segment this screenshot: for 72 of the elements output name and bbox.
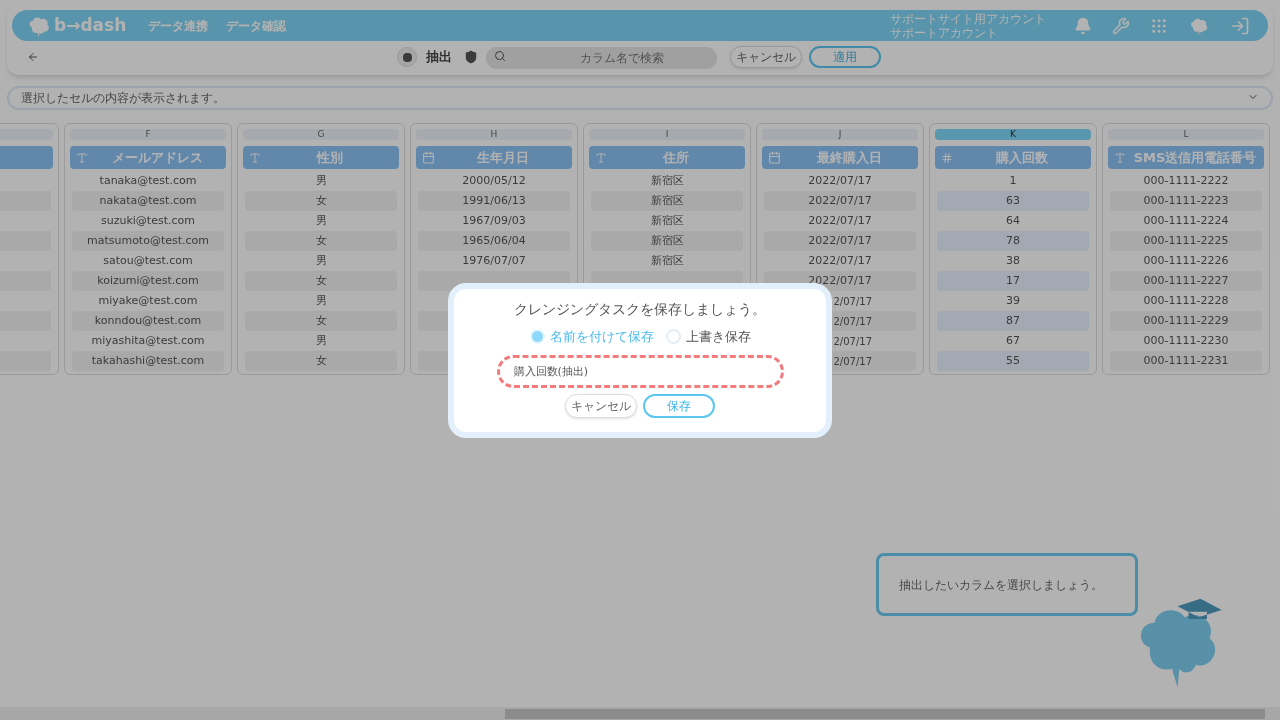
table-cell[interactable]: tanaka@test.com xyxy=(72,171,224,191)
table-cell[interactable]: 女 xyxy=(245,231,397,251)
table-cell[interactable]: 2022/07/17 xyxy=(764,171,916,191)
table-cell[interactable]: 1 xyxy=(937,171,1089,191)
table-cell[interactable]: 64 xyxy=(937,211,1089,231)
table-cell[interactable]: 2022/07/17 xyxy=(764,251,916,271)
table-cell[interactable]: koizumi@test.com xyxy=(72,271,224,291)
table-cell[interactable]: 女 xyxy=(245,191,397,211)
account-name: サポートアカウント xyxy=(890,25,999,40)
table-cell[interactable]: 2022/07/17 xyxy=(764,211,916,231)
table-cell[interactable]: takahashi@test.com xyxy=(72,351,224,371)
table-cell[interactable]: 新宿区 xyxy=(591,211,743,231)
column-letter[interactable]: F xyxy=(70,129,226,140)
table-cell[interactable]: satou@test.com xyxy=(72,251,224,271)
table-cell[interactable]: nakata@test.com xyxy=(72,191,224,211)
cell-preview-field[interactable]: 選択したセルの内容が表示されます。 xyxy=(7,86,1273,110)
table-cell[interactable]: 2022/07/17 xyxy=(764,231,916,251)
table-cell[interactable]: 1965/06/04 xyxy=(418,231,570,251)
table-cell[interactable]: 000-1111-2229 xyxy=(1110,311,1262,331)
table-cell[interactable]: konndou@test.com xyxy=(72,311,224,331)
table-cell[interactable]: 2000/05/12 xyxy=(418,171,570,191)
table-cell[interactable]: 2022/07/17 xyxy=(764,191,916,211)
table-cell[interactable]: 新宿区 xyxy=(591,251,743,271)
table-cell[interactable]: 63 xyxy=(937,191,1089,211)
table-cell[interactable]: miyashita@test.com xyxy=(72,331,224,351)
table-cell[interactable]: 新宿区 xyxy=(591,171,743,191)
table-cell[interactable]: 78 xyxy=(937,231,1089,251)
table-cell[interactable]: 000-1111-2222 xyxy=(1110,171,1262,191)
column-letter[interactable]: K xyxy=(935,129,1091,140)
table-cell[interactable]: 新宿区 xyxy=(591,191,743,211)
table-cell[interactable]: 000-1111-2223 xyxy=(1110,191,1262,211)
table-cell[interactable]: 000-1111-2230 xyxy=(1110,331,1262,351)
table-cell[interactable]: matsumoto@test.com xyxy=(72,231,224,251)
radio-option[interactable]: 上書き保存 xyxy=(665,327,751,347)
table-cell[interactable]: 55 xyxy=(937,351,1089,371)
mode-title: 抽出 xyxy=(426,48,452,67)
table-cell[interactable]: 新宿区 xyxy=(591,231,743,251)
table-cell[interactable]: 000-1111-2225 xyxy=(1110,231,1262,251)
table-cell[interactable]: 39 xyxy=(937,291,1089,311)
table-cell[interactable]: 男 xyxy=(245,211,397,231)
column-letter[interactable]: L xyxy=(1108,129,1264,140)
table-cell[interactable]: suzuki@test.com xyxy=(72,211,224,231)
cancel-button[interactable]: キャンセル xyxy=(730,46,802,68)
table-cell[interactable]: 男 xyxy=(245,331,397,351)
table-cell[interactable]: 87 xyxy=(937,311,1089,331)
column-letter[interactable]: G xyxy=(243,129,399,140)
table-cell[interactable]: 1991/06/13 xyxy=(418,191,570,211)
table-cell[interactable]: 000-1111-2231 xyxy=(1110,351,1262,371)
cancel-button[interactable]: キャンセル xyxy=(565,393,637,418)
table-cell[interactable]: 1967/09/03 xyxy=(418,211,570,231)
column-letter[interactable]: H xyxy=(416,129,572,140)
account-name: サポートサイト用アカウント xyxy=(890,11,1046,26)
table-cell[interactable]: 女 xyxy=(245,351,397,371)
table-cell[interactable]: 000-1111-2228 xyxy=(1110,291,1262,311)
table-cell[interactable]: 000-1111-2227 xyxy=(1110,271,1262,291)
table-cell[interactable]: 17 xyxy=(937,271,1089,291)
table-cell[interactable]: 女 xyxy=(245,311,397,331)
table-cell[interactable]: 000-1111-2226 xyxy=(1110,251,1262,271)
table-cell[interactable]: 女 xyxy=(245,271,397,291)
table-cell[interactable]: 67 xyxy=(937,331,1089,351)
table-cell[interactable]: 男 xyxy=(245,291,397,311)
table-cell[interactable]: miyake@test.com xyxy=(72,291,224,311)
search-field[interactable]: カラム名で検索 xyxy=(486,47,717,69)
table-cell[interactable]: 000-1111-2224 xyxy=(1110,211,1262,231)
table-cell[interactable]: 男 xyxy=(245,251,397,271)
name-field[interactable]: 購入回数(抽出) xyxy=(496,354,784,388)
hint-text: 抽出したいカラムを選択しましょう。 xyxy=(899,576,1103,594)
column-letter[interactable]: J xyxy=(762,129,918,140)
table-cell[interactable]: 38 xyxy=(937,251,1089,271)
table-cell[interactable]: 1976/07/07 xyxy=(418,251,570,271)
dialog-title: クレンジングタスクを保存しましょう。 xyxy=(514,300,766,319)
table-cell[interactable]: 男 xyxy=(245,171,397,191)
